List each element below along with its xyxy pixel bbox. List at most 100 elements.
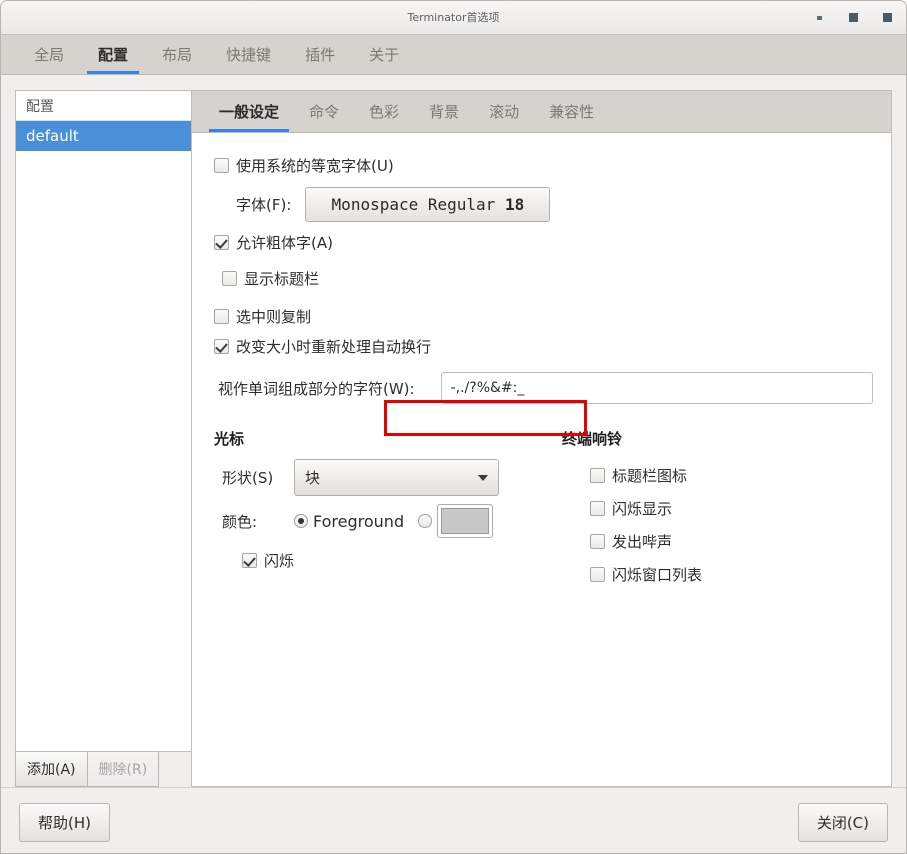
close-icon	[882, 13, 892, 22]
cursor-section: 光标 形状(S) 块 颜色: Foreground 闪烁	[214, 428, 562, 591]
allow-bold-checkbox[interactable]	[214, 234, 229, 250]
chevron-down-icon	[478, 474, 488, 481]
cursor-section-title: 光标	[214, 430, 245, 448]
cursor-color-foreground-label: Foreground	[313, 511, 405, 531]
cursor-blink-label: 闪烁	[264, 551, 295, 570]
use-system-font-label: 使用系统的等宽字体(U)	[236, 156, 394, 175]
profile-list-header: 配置	[16, 91, 191, 121]
copy-on-selection-label: 选中则复制	[236, 307, 312, 326]
preferences-window: Terminator首选项 全局 配置 布局 快捷键 插件 关于 配置 defa…	[0, 0, 907, 854]
tab-label: 布局	[162, 46, 193, 64]
word-chars-row: 视作单词组成部分的字符(W):	[218, 372, 873, 404]
profile-list[interactable]: 配置 default	[15, 90, 191, 752]
color-swatch-fill	[441, 508, 490, 534]
close-window-button[interactable]	[874, 1, 900, 34]
bell-visual-flash-checkbox[interactable]	[590, 501, 605, 516]
list-item[interactable]: default	[16, 121, 191, 151]
cursor-blink-row[interactable]: 闪烁	[242, 546, 562, 574]
subtab-label: 背景	[429, 103, 460, 121]
show-titlebar-row[interactable]: 显示标题栏	[222, 264, 873, 292]
subtab-background[interactable]: 背景	[414, 91, 474, 132]
subtab-label: 兼容性	[549, 103, 595, 121]
subtab-label: 滚动	[489, 103, 520, 121]
sub-tab-bar: 一般设定 命令 色彩 背景 滚动 兼容性	[192, 91, 891, 133]
word-chars-input[interactable]	[440, 372, 873, 404]
add-profile-button[interactable]: 添加(A)	[15, 751, 88, 787]
bell-titlebar-label: 标题栏图标	[612, 467, 688, 485]
cursor-color-custom-radio[interactable]	[418, 514, 433, 528]
panes: 配置 default 添加(A) 删除(R) 一般设定 命令 色彩 背景 滚动 …	[15, 90, 892, 787]
bell-urgent-row[interactable]: 闪烁窗口列表	[590, 558, 873, 591]
help-button[interactable]: 帮助(H)	[19, 803, 110, 842]
show-titlebar-checkbox[interactable]	[222, 270, 237, 286]
allow-bold-label: 允许粗体字(A)	[236, 233, 333, 252]
subtab-scrolling[interactable]: 滚动	[474, 91, 534, 132]
subtab-label: 命令	[309, 103, 340, 121]
profile-actions: 添加(A) 删除(R)	[15, 751, 191, 787]
tab-layouts[interactable]: 布局	[145, 35, 209, 74]
font-label: 字体(F):	[236, 196, 292, 214]
copy-on-selection-checkbox[interactable]	[214, 308, 229, 324]
close-dialog-button[interactable]: 关闭(C)	[797, 803, 888, 842]
minimize-icon	[816, 15, 822, 20]
bell-titlebar-row[interactable]: 标题栏图标	[590, 459, 873, 492]
cursor-shape-label: 形状(S)	[222, 469, 274, 487]
font-picker-button[interactable]: Monospace Regular 18	[305, 187, 551, 222]
window-title: Terminator首选项	[407, 11, 500, 24]
word-chars-label: 视作单词组成部分的字符(W):	[218, 379, 415, 398]
bell-audible-checkbox[interactable]	[590, 534, 605, 549]
tab-label: 配置	[98, 46, 129, 64]
tab-global[interactable]: 全局	[17, 35, 81, 74]
bell-section: 终端响铃 标题栏图标 闪烁显示 发出哔声 闪烁窗口列表	[562, 428, 873, 591]
bell-section-title: 终端响铃	[562, 430, 623, 448]
cursor-blink-checkbox[interactable]	[242, 552, 257, 568]
subtab-label: 一般设定	[219, 103, 280, 121]
tab-profiles[interactable]: 配置	[81, 35, 145, 74]
cursor-shape-value: 块	[305, 469, 321, 487]
subtab-compatibility[interactable]: 兼容性	[534, 91, 609, 132]
use-system-font-checkbox[interactable]	[214, 157, 229, 173]
bell-titlebar-checkbox[interactable]	[590, 468, 605, 483]
subtab-label: 色彩	[369, 103, 400, 121]
font-row: 字体(F): Monospace Regular 18	[236, 187, 873, 222]
show-titlebar-label: 显示标题栏	[244, 269, 320, 288]
sections: 光标 形状(S) 块 颜色: Foreground 闪烁 终端响铃 标题栏图标 …	[214, 428, 873, 591]
subtab-command[interactable]: 命令	[294, 91, 354, 132]
tab-about[interactable]: 关于	[352, 35, 416, 74]
subtab-general[interactable]: 一般设定	[204, 91, 294, 132]
cursor-color-foreground-radio[interactable]	[294, 514, 308, 528]
cursor-shape-row: 形状(S) 块	[222, 459, 562, 496]
cursor-color-swatch[interactable]	[437, 504, 494, 538]
rewrap-on-resize-row[interactable]: 改变大小时重新处理自动换行	[214, 332, 873, 360]
bell-urgent-checkbox[interactable]	[590, 567, 605, 582]
tab-label: 快捷键	[226, 46, 272, 64]
subtab-colors[interactable]: 色彩	[354, 91, 414, 132]
maximize-icon	[848, 13, 858, 22]
main-tab-bar: 全局 配置 布局 快捷键 插件 关于	[1, 35, 906, 75]
delete-profile-button[interactable]: 删除(R)	[86, 751, 160, 787]
cursor-color-label: 颜色:	[222, 512, 258, 531]
cursor-shape-select[interactable]: 块	[294, 459, 499, 496]
tab-plugins[interactable]: 插件	[288, 35, 352, 74]
maximize-button[interactable]	[840, 1, 866, 34]
content-area: 配置 default 添加(A) 删除(R) 一般设定 命令 色彩 背景 滚动 …	[1, 76, 906, 787]
bell-visual-flash-row[interactable]: 闪烁显示	[590, 492, 873, 525]
tab-label: 插件	[305, 46, 336, 64]
copy-on-selection-row[interactable]: 选中则复制	[214, 302, 873, 330]
font-size: 18	[504, 195, 525, 214]
tab-label: 全局	[34, 46, 65, 64]
bell-urgent-label: 闪烁窗口列表	[612, 566, 703, 584]
rewrap-on-resize-checkbox[interactable]	[214, 338, 229, 354]
use-system-font-row[interactable]: 使用系统的等宽字体(U)	[214, 151, 873, 179]
tab-label: 关于	[369, 46, 400, 64]
font-name: Monospace Regular	[331, 195, 496, 214]
bell-visual-flash-label: 闪烁显示	[612, 500, 673, 518]
minimize-button[interactable]	[806, 1, 832, 34]
title-bar: Terminator首选项	[1, 1, 906, 35]
tab-keybindings[interactable]: 快捷键	[209, 35, 288, 74]
bell-audible-row[interactable]: 发出哔声	[590, 525, 873, 558]
bell-audible-label: 发出哔声	[612, 533, 673, 551]
rewrap-on-resize-label: 改变大小时重新处理自动换行	[236, 337, 432, 356]
general-settings-page: 使用系统的等宽字体(U) 字体(F): Monospace Regular 18…	[192, 133, 891, 786]
allow-bold-row[interactable]: 允许粗体字(A)	[214, 228, 873, 256]
